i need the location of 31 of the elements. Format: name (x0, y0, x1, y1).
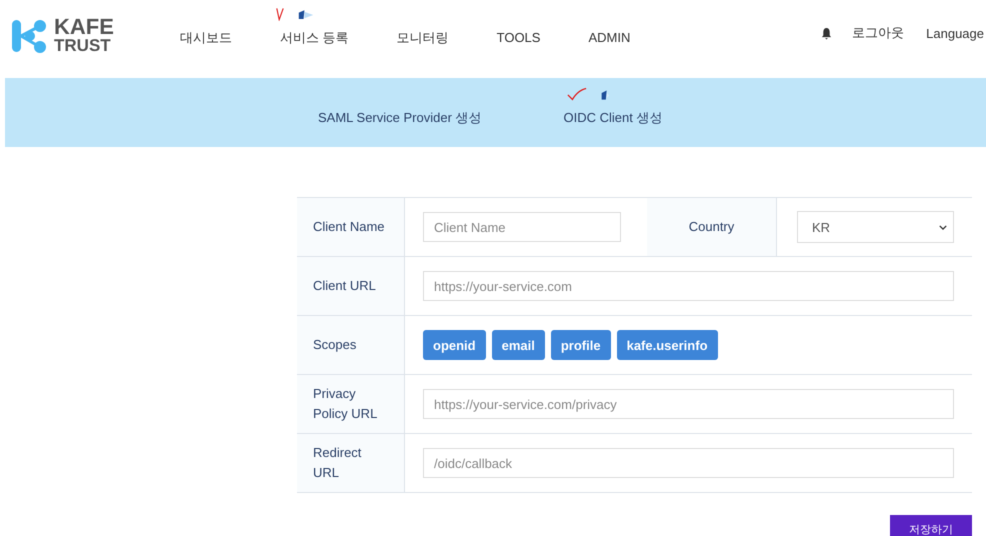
nav-link[interactable]: ADMIN (588, 30, 630, 45)
field-label: Privacy Policy URL (313, 385, 378, 423)
language-link[interactable]: Language (926, 26, 984, 40)
country-select[interactable]: KR (797, 211, 954, 243)
pointer-icon (298, 10, 314, 20)
scope-button[interactable]: profile (550, 330, 611, 360)
input-field[interactable]: Client Name (423, 212, 621, 242)
field-label: Client Name (313, 218, 385, 236)
input-field[interactable]: https://your-service.com (423, 271, 954, 301)
pointer-icon (600, 90, 610, 100)
nav-link[interactable]: 대시보드 (180, 30, 232, 45)
scope-button[interactable]: email (492, 330, 545, 360)
chevron-down-icon (939, 224, 947, 230)
scope-button[interactable]: kafe.userinfo (616, 330, 718, 360)
field-label: Scopes (313, 336, 356, 354)
field-label: Client URL (313, 277, 376, 295)
field-label: Country (688, 218, 734, 236)
logo-text: TRUST (54, 36, 112, 55)
nav-link[interactable]: 모니터링 (396, 30, 449, 45)
input-field[interactable]: /oidc/callback (423, 448, 954, 478)
scope-button[interactable]: openid (423, 330, 486, 360)
logo-text: KAFE (54, 17, 114, 36)
nav-link[interactable]: TOOLS (496, 30, 540, 45)
save-button[interactable]: 저장하기 (890, 515, 972, 536)
subnav-link[interactable]: OIDC Client 생성 (564, 110, 662, 124)
subnav-link[interactable]: SAML Service Provider 생성 (318, 110, 482, 124)
logout-link[interactable]: 로그아웃 (852, 24, 904, 42)
input-field[interactable]: https://your-service.com/privacy (423, 389, 954, 419)
nav-link[interactable]: 서비스 등록 (280, 30, 349, 45)
field-label: Redirect URL (313, 444, 362, 482)
bell-icon[interactable] (821, 26, 832, 40)
